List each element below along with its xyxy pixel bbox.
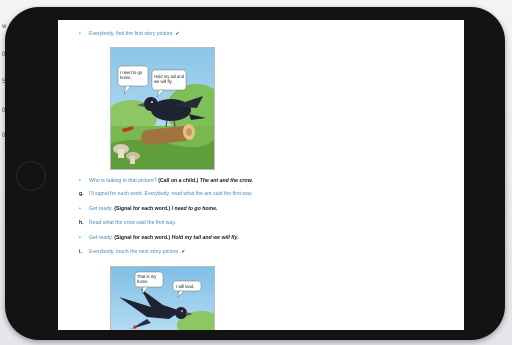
lesson-line-who-is-talking: • Who is talking in that picture? (Call … bbox=[79, 178, 253, 185]
instruction-text: Read what the crow said the first way. bbox=[89, 220, 176, 226]
bullet-marker: • bbox=[79, 178, 81, 184]
lesson-step-h: h. Read what the crow said the first way… bbox=[79, 220, 176, 227]
teacher-direction: (Signal for each word.) bbox=[114, 206, 172, 212]
instruction-text: Everybody, find the first story picture. bbox=[89, 31, 176, 37]
crow-bubble-line: we will fly. bbox=[154, 79, 173, 84]
front-camera-ring bbox=[16, 161, 46, 191]
left-bubble-line: home. bbox=[137, 279, 149, 284]
story-picture-ant-and-crow: I need to go home. Hold my tail and we w… bbox=[110, 47, 215, 170]
bullet-marker: • bbox=[79, 31, 81, 37]
step-letter: g. bbox=[79, 191, 84, 197]
instruction-text: Everybody, touch the next story picture. bbox=[89, 249, 182, 255]
instruction-text: Get ready. bbox=[89, 235, 115, 241]
student-response: Hold my tail and we will fly. bbox=[171, 235, 239, 241]
ant-bubble-line: home. bbox=[120, 75, 132, 80]
bullet-marker: • bbox=[79, 235, 81, 241]
lesson-step-i: i. Everybody, touch the next story pictu… bbox=[79, 249, 186, 256]
student-response: The ant and the crow. bbox=[199, 178, 253, 184]
story-picture-crow-flying: That is my home. I will land. bbox=[110, 266, 215, 330]
step-letter: h. bbox=[79, 220, 84, 226]
lesson-step-g: g. I'll signal for each word. Everybody,… bbox=[79, 191, 253, 198]
check-mark: ✓ bbox=[175, 31, 180, 37]
lesson-line-get-ready-ant: • Get ready. (Signal for each word.) I n… bbox=[79, 206, 218, 213]
story-illustration: That is my home. I will land. bbox=[111, 267, 214, 330]
instruction-text: Get ready. bbox=[89, 206, 115, 212]
background-text-fragment: w bbox=[2, 24, 7, 30]
step-letter: i. bbox=[79, 249, 82, 255]
teacher-direction: (Call on a child.) bbox=[158, 178, 200, 184]
teacher-direction: (Signal for each word.) bbox=[114, 235, 172, 241]
check-mark: ✓ bbox=[181, 249, 186, 255]
tablet-device: • Everybody, find the first story pictur… bbox=[5, 7, 505, 340]
right-bubble-text: I will land. bbox=[176, 284, 194, 289]
instruction-text: Who is talking in that picture? bbox=[89, 178, 159, 184]
instruction-text: I'll signal for each word. Everybody, re… bbox=[89, 191, 253, 197]
tablet-screen[interactable]: • Everybody, find the first story pictur… bbox=[58, 20, 464, 330]
lesson-line-find-first-picture: • Everybody, find the first story pictur… bbox=[79, 31, 180, 38]
bullet-marker: • bbox=[79, 206, 81, 212]
lesson-line-get-ready-crow: • Get ready. (Signal for each word.) Hol… bbox=[79, 235, 239, 242]
student-response: I need to go home. bbox=[171, 206, 218, 212]
story-illustration: I need to go home. Hold my tail and we w… bbox=[111, 48, 214, 169]
